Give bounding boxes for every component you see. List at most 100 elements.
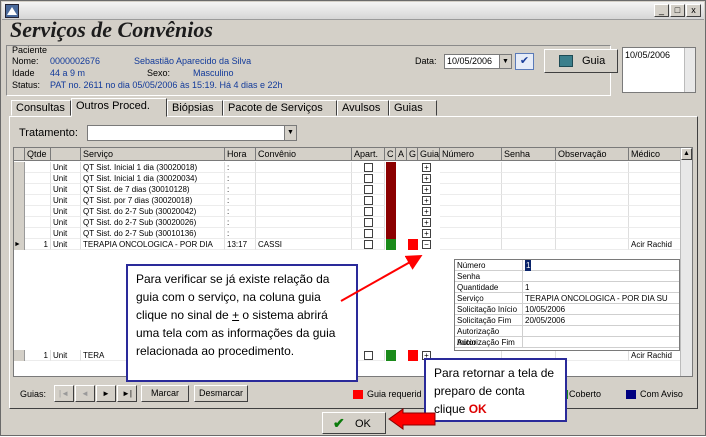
nav-last-button[interactable]: ►| [117,385,137,402]
nav-prev-button[interactable]: ◄ [75,385,95,402]
desmarcar-button[interactable]: Desmarcar [194,385,248,402]
col-unit[interactable] [51,148,81,161]
detail-value[interactable]: 1 [525,282,529,293]
cell-qtde [25,206,51,217]
row-indicator[interactable] [14,195,25,206]
col-observacao[interactable]: Observação [556,148,629,161]
cell-blank [502,162,556,173]
table-row[interactable]: Unit QT Sist. por 7 dias (30020018): + [14,195,682,206]
collapse-icon[interactable]: − [422,240,431,249]
table-row[interactable]: ► 1 Unit TERAPIA ONCOLOGICA - POR DIA 13:17 C… [14,239,682,250]
col-hora[interactable]: Hora [225,148,256,161]
guide-icon [559,55,573,67]
chevron-down-icon[interactable]: ▼ [284,126,296,140]
row-indicator[interactable] [14,350,25,361]
date-value: 10/05/2006 [447,56,493,66]
apart-checkbox[interactable] [364,351,373,360]
apart-checkbox[interactable] [364,174,373,183]
detail-value[interactable]: 20/05/2006 [525,315,565,326]
row-indicator[interactable] [14,228,25,239]
callout2-ok: OK [468,402,487,416]
col-numero[interactable]: Número [440,148,502,161]
tab-outros-proced[interactable]: Outros Proced. [71,98,167,117]
detail-row: Solicitação Fim 20/05/2006 [455,315,679,326]
confirm-date-button[interactable]: ✔ [515,53,534,70]
detail-value[interactable]: 1 [525,260,532,271]
row-indicator[interactable] [14,217,25,228]
status-g-swatch [408,239,418,250]
row-indicator[interactable] [14,206,25,217]
apart-checkbox[interactable] [364,229,373,238]
apart-checkbox[interactable] [364,163,373,172]
table-scrollbar[interactable]: ▲ [680,148,692,376]
tab-guias[interactable]: Guias [389,100,437,116]
expand-icon[interactable]: + [422,207,431,216]
cell-convenio [256,217,352,228]
cell-blank [440,228,502,239]
status-a-swatch [397,173,407,184]
col-senha[interactable]: Senha [502,148,556,161]
apart-checkbox[interactable] [364,207,373,216]
maximize-button[interactable]: □ [670,4,685,17]
tratamento-select[interactable]: ▼ [87,125,297,141]
table-row[interactable]: Unit QT Sist. Inicial 1 dia (30020018): + [14,162,682,173]
apart-checkbox[interactable] [364,196,373,205]
minimize-button[interactable]: _ [654,4,669,17]
tab-biopsias[interactable]: Biópsias [167,100,223,116]
expand-icon[interactable]: + [422,163,431,172]
cell-medico [629,162,682,173]
detail-value[interactable]: 10/05/2006 [525,304,565,315]
nav-first-button[interactable]: |◄ [54,385,74,402]
col-guia[interactable]: Guia [418,148,440,161]
table-row[interactable]: Unit QT Sist. do 2-7 Sub (30020026): + [14,217,682,228]
col-servico[interactable]: Serviço [81,148,225,161]
cell-unit: Unit [51,228,81,239]
table-row[interactable]: Unit QT Sist. Inicial 1 dia (30020034): + [14,173,682,184]
cell-blank [556,217,629,228]
table-row[interactable]: Unit QT Sist. do 2-7 Sub (30020042): + [14,206,682,217]
cell-blank [556,162,629,173]
col-convenio[interactable]: Convênio [256,148,352,161]
expand-icon[interactable]: + [422,229,431,238]
nav-next-button[interactable]: ► [96,385,116,402]
table-row[interactable]: Unit QT Sist. de 7 dias (30010128): + [14,184,682,195]
col-c[interactable]: C [385,148,396,161]
table-header: Qtde Serviço Hora Convênio Apart. C A G … [14,148,682,161]
row-indicator[interactable] [14,173,25,184]
tab-avulsos[interactable]: Avulsos [337,100,389,116]
row-indicator[interactable] [14,184,25,195]
guia-button[interactable]: Guia [544,49,618,73]
row-indicator-icon[interactable]: ► [14,239,25,250]
apart-checkbox[interactable] [364,185,373,194]
marcar-button[interactable]: Marcar [141,385,189,402]
cell-qtde [25,217,51,228]
apart-checkbox[interactable] [364,240,373,249]
col-a[interactable]: A [396,148,407,161]
col-g[interactable]: G [407,148,418,161]
memo-field[interactable]: 10/05/2006 [622,47,696,93]
memo-scrollbar[interactable] [684,48,695,92]
close-button[interactable]: x [686,4,701,17]
expand-icon[interactable]: + [422,174,431,183]
ok-button[interactable]: ✔ OK [322,412,386,434]
cell-blank [440,206,502,217]
expand-icon[interactable]: + [422,185,431,194]
status-c-swatch [386,195,396,206]
col-medico[interactable]: Médico [629,148,682,161]
chevron-down-icon[interactable]: ▼ [499,55,511,68]
col-qtde[interactable]: Qtde [25,148,51,161]
scroll-up-icon[interactable]: ▲ [681,148,692,160]
status-a-swatch [397,350,407,361]
cell-qtde [25,173,51,184]
patient-age: 44 a 9 m [50,68,86,78]
tab-pacote-servicos[interactable]: Pacote de Serviços [223,100,337,116]
detail-value[interactable]: TERAPIA ONCOLOGICA - POR DIA SU [525,293,668,304]
expand-icon[interactable]: + [422,218,431,227]
tab-consultas[interactable]: Consultas [11,100,71,116]
col-apart[interactable]: Apart. [352,148,385,161]
expand-icon[interactable]: + [422,196,431,205]
row-indicator[interactable] [14,162,25,173]
date-select[interactable]: 10/05/2006 ▼ [444,54,512,69]
table-row[interactable]: Unit QT Sist. do 2-7 Sub (30010136): + [14,228,682,239]
apart-checkbox[interactable] [364,218,373,227]
